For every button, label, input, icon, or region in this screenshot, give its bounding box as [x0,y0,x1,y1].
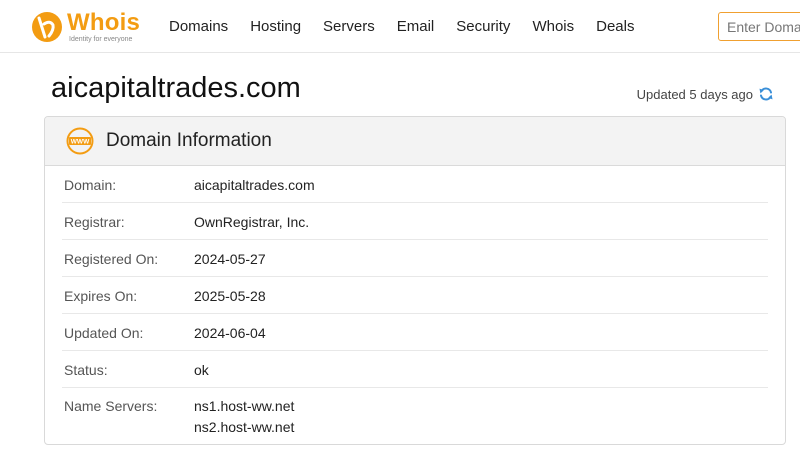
name-server-list: ns1.host-ww.net ns2.host-ww.net [194,388,294,438]
card-header: WWW Domain Information [45,117,785,166]
nav-item-hosting[interactable]: Hosting [250,18,301,35]
updated-status: Updated 5 days ago [637,86,774,102]
info-row-name-servers: Name Servers: ns1.host-ww.net ns2.host-w… [62,388,768,438]
info-row-updated-on: Updated On: 2024-06-04 [62,314,768,351]
page-title: aicapitaltrades.com [51,72,301,104]
logo-wordmark: Whois [67,9,140,36]
main-nav: Domains Hosting Servers Email Security W… [158,0,645,53]
domain-information-card: WWW Domain Information Domain: aicapital… [44,116,786,445]
row-value: ok [194,362,209,378]
row-label: Name Servers: [64,398,158,414]
logo-tagline: Identity for everyone [69,36,133,43]
row-label: Registrar: [64,214,125,230]
www-icon: WWW [66,127,94,155]
card-title: Domain Information [106,130,272,151]
row-value: 2025-05-28 [194,288,266,304]
row-value: OwnRegistrar, Inc. [194,214,310,230]
nav-item-domains[interactable]: Domains [169,18,228,35]
row-label: Status: [64,362,108,378]
info-row-registrar: Registrar: OwnRegistrar, Inc. [62,203,768,240]
info-row-expires-on: Expires On: 2025-05-28 [62,277,768,314]
name-server-item: ns1.host-ww.net [194,398,295,414]
name-server-item: ns2.host-ww.net [194,419,295,435]
row-value: 2024-06-04 [194,325,266,341]
row-label: Updated On: [64,325,144,341]
nav-item-security[interactable]: Security [456,18,510,35]
logo-mark-icon [32,12,62,42]
updated-text: Updated 5 days ago [636,86,753,102]
nav-item-servers[interactable]: Servers [323,18,375,35]
info-row-status: Status: ok [62,351,768,388]
row-label: Expires On: [64,288,138,304]
top-navbar: Whois Identity for everyone Domains Host… [0,0,800,53]
domain-search-input[interactable] [718,12,800,41]
nav-item-whois[interactable]: Whois [532,18,574,35]
row-value: aicapitaltrades.com [194,177,315,193]
row-value: 2024-05-27 [194,251,266,267]
nav-item-deals[interactable]: Deals [596,18,634,35]
row-label: Domain: [64,177,117,193]
info-table: Domain: aicapitaltrades.com Registrar: O… [45,166,785,438]
whois-logo[interactable]: Whois Identity for everyone [30,9,150,44]
info-row-domain: Domain: aicapitaltrades.com [62,166,768,203]
row-label: Registered On: [64,251,159,267]
nav-item-email[interactable]: Email [397,18,435,35]
info-row-registered-on: Registered On: 2024-05-27 [62,240,768,277]
refresh-icon[interactable] [758,86,774,102]
svg-text:WWW: WWW [71,139,90,146]
